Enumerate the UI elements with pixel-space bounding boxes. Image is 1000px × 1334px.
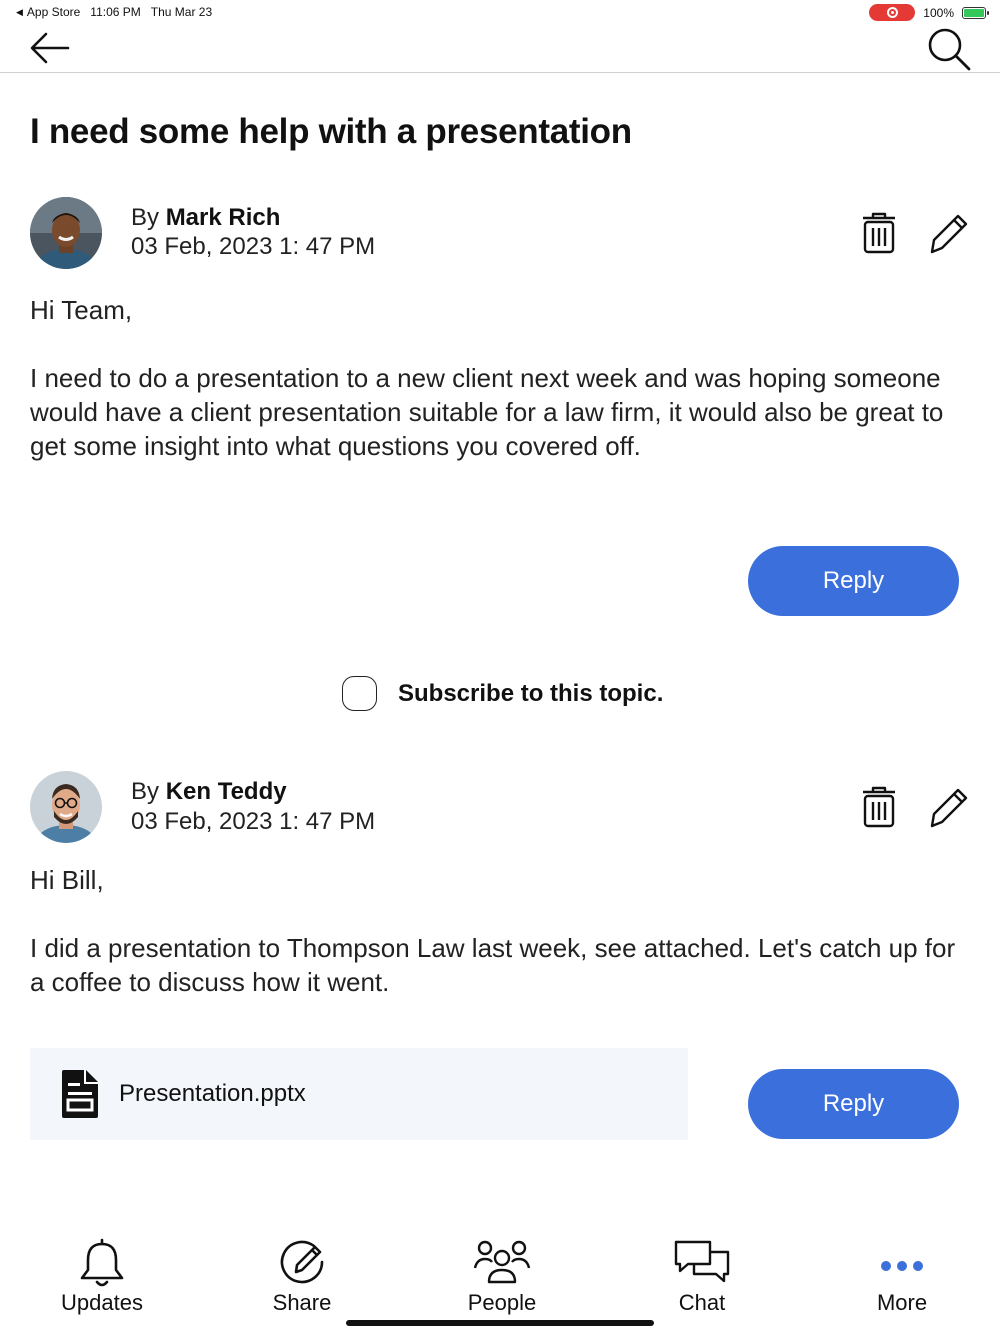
author-name[interactable]: Mark Rich <box>166 204 281 231</box>
by-prefix: By <box>131 204 160 231</box>
post-greeting: Hi Team, <box>30 295 133 325</box>
reply-button[interactable]: Reply <box>748 546 959 616</box>
battery-percent: 100% <box>923 5 954 20</box>
more-dots-icon <box>881 1261 923 1271</box>
subscribe-checkbox[interactable] <box>342 676 377 711</box>
tab-label: Updates <box>61 1290 143 1315</box>
by-prefix: By <box>131 778 160 805</box>
battery-icon <box>962 6 989 19</box>
pencil-circle-icon <box>280 1240 324 1284</box>
tab-bar: Updates Share People Chat More <box>0 1234 1000 1334</box>
tab-label: Share <box>272 1290 332 1315</box>
arrow-left-icon[interactable] <box>28 28 72 68</box>
post-body: I need to do a presentation to a new cli… <box>30 363 944 461</box>
bell-icon <box>80 1238 124 1287</box>
status-time: 11:06 PM <box>90 5 141 19</box>
navigation-bar <box>0 24 1000 73</box>
reply-button[interactable]: Reply <box>748 1069 959 1139</box>
search-icon[interactable] <box>926 26 972 72</box>
tab-label: People <box>467 1290 537 1315</box>
document-icon <box>62 1070 98 1118</box>
page-title: I need some help with a presentation <box>30 112 632 151</box>
tab-chat[interactable]: Chat <box>632 1234 772 1316</box>
avatar[interactable] <box>30 197 102 269</box>
tab-more[interactable]: More <box>832 1234 972 1316</box>
tab-share[interactable]: Share <box>232 1234 372 1316</box>
avatar[interactable] <box>30 771 102 843</box>
post-date: 03 Feb, 2023 1: 47 PM <box>131 808 376 835</box>
trash-icon[interactable] <box>857 210 901 256</box>
subscribe-row[interactable]: Subscribe to this topic. <box>342 676 663 711</box>
people-icon <box>473 1240 531 1284</box>
back-to-app-icon[interactable]: ◀ <box>16 7 23 18</box>
chat-bubbles-icon <box>674 1240 730 1283</box>
pencil-icon[interactable] <box>926 784 970 830</box>
subscribe-label[interactable]: Subscribe to this topic. <box>398 680 663 708</box>
trash-icon[interactable] <box>857 784 901 830</box>
back-to-app-label[interactable]: App Store <box>27 5 80 19</box>
attachment-card[interactable]: Presentation.pptx <box>30 1048 688 1140</box>
post-greeting: Hi Bill, <box>30 865 104 895</box>
tab-people[interactable]: People <box>432 1234 572 1316</box>
tab-label: Chat <box>678 1290 726 1315</box>
tab-label: More <box>876 1290 928 1315</box>
screen-recording-icon[interactable] <box>869 4 916 21</box>
tab-updates[interactable]: Updates <box>32 1234 172 1316</box>
author-name[interactable]: Ken Teddy <box>166 778 287 805</box>
home-indicator[interactable] <box>346 1320 654 1326</box>
post-body: I did a presentation to Thompson Law las… <box>30 933 956 997</box>
status-bar: ◀ App Store 11:06 PM Thu Mar 23 100% <box>0 0 1000 24</box>
pencil-icon[interactable] <box>926 210 970 256</box>
post-date: 03 Feb, 2023 1: 47 PM <box>131 233 376 260</box>
attachment-filename[interactable]: Presentation.pptx <box>119 1080 306 1108</box>
status-date: Thu Mar 23 <box>150 5 213 19</box>
